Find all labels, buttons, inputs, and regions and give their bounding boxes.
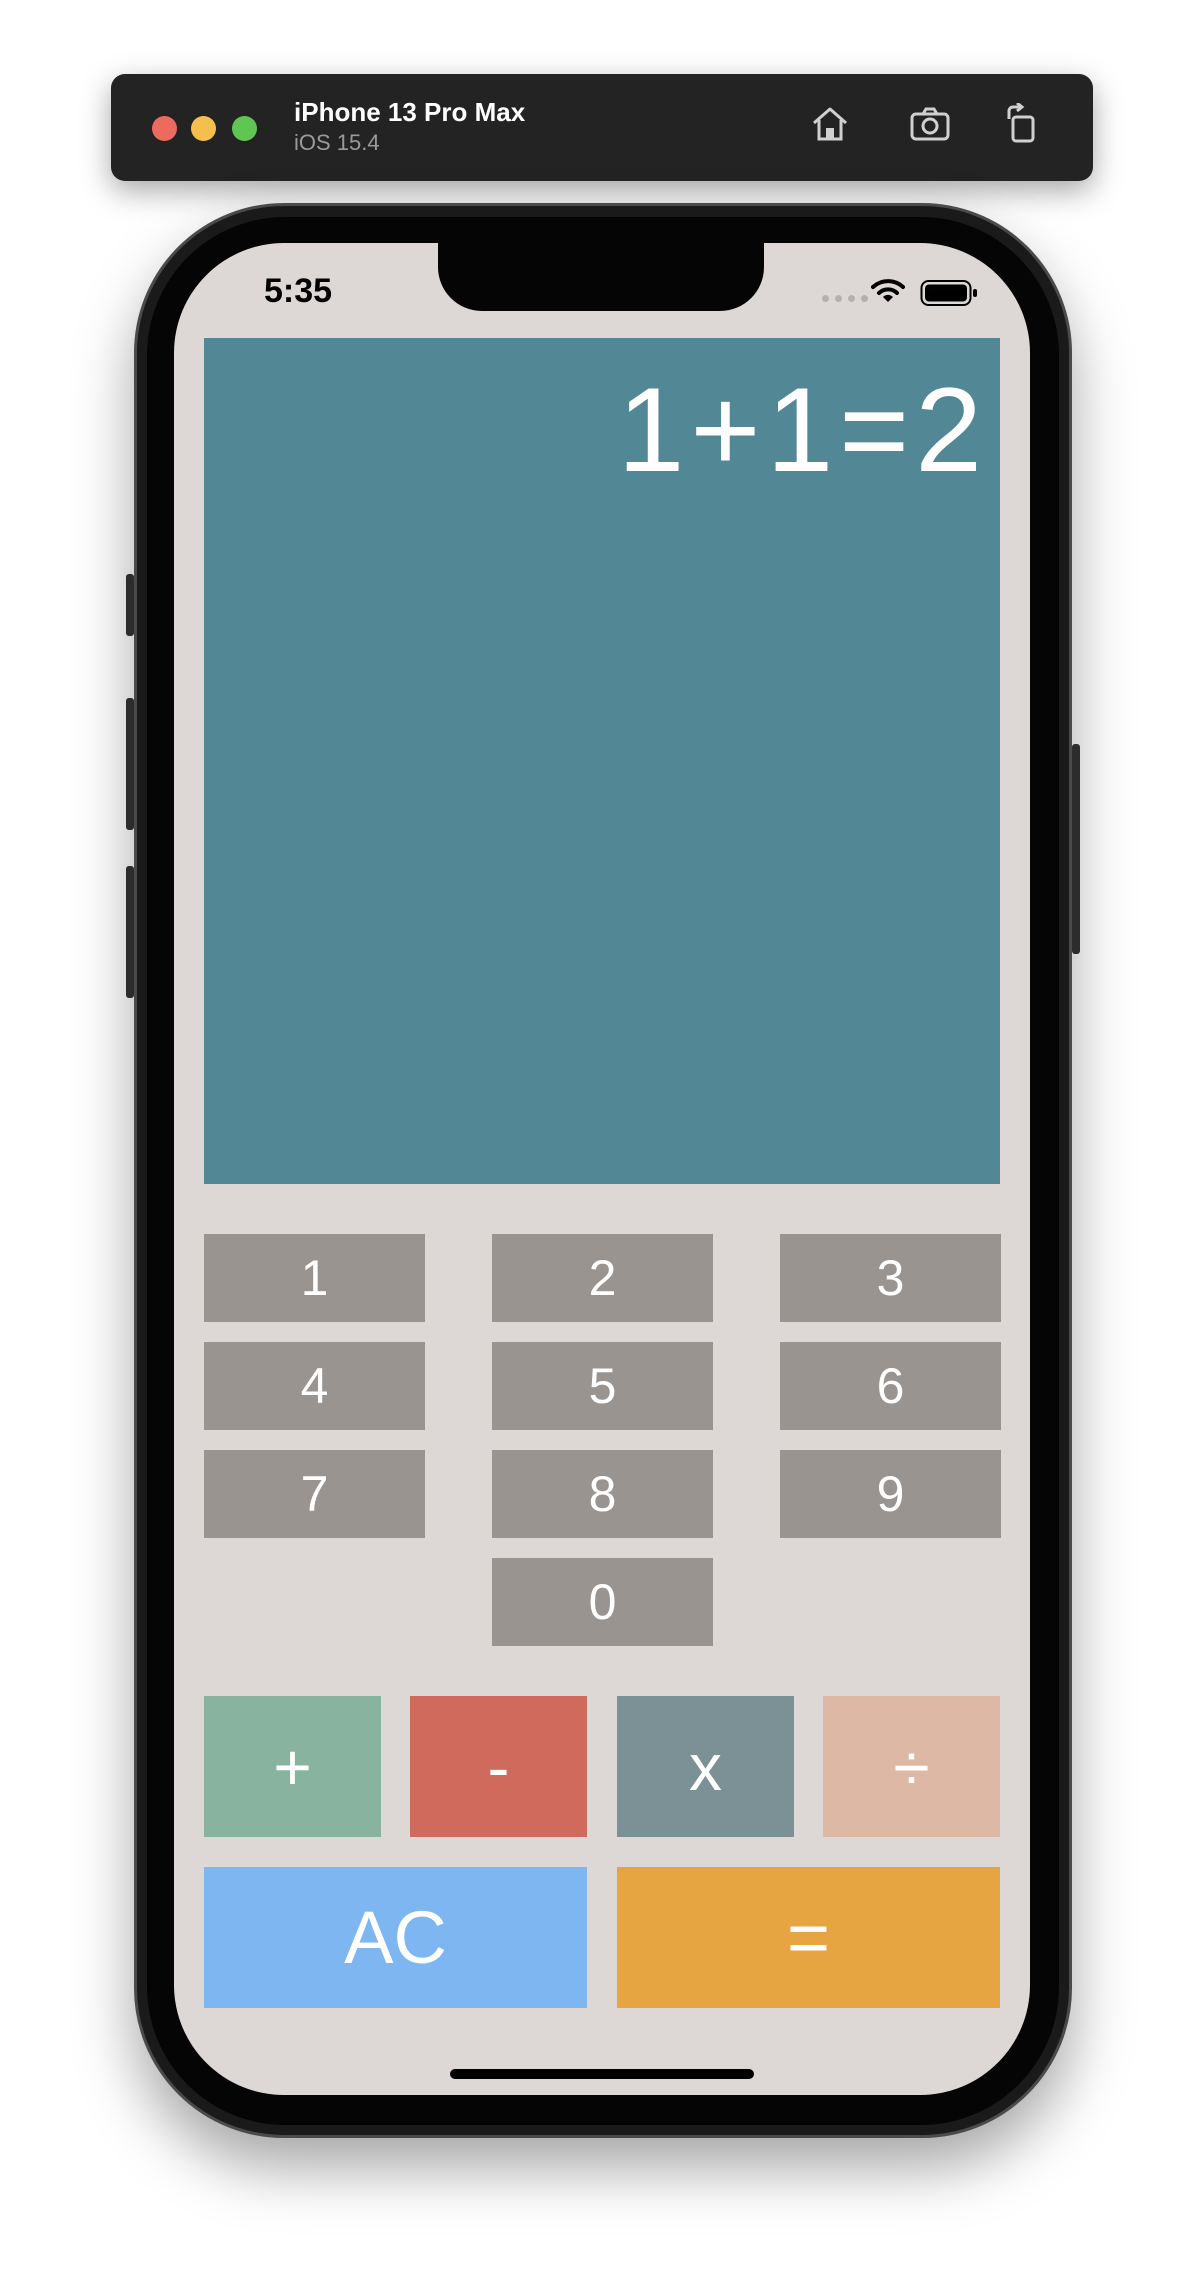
equals-button[interactable]: = <box>617 1867 1000 2008</box>
subtract-button[interactable]: - <box>410 1696 587 1837</box>
wifi-icon <box>871 279 905 302</box>
device-name: iPhone 13 Pro Max <box>294 97 526 127</box>
digit-1-button[interactable]: 1 <box>204 1234 425 1322</box>
digit-0-button[interactable]: 0 <box>492 1558 713 1646</box>
close-window-button[interactable] <box>152 116 177 141</box>
minimize-window-button[interactable] <box>191 116 216 141</box>
digit-2-button[interactable]: 2 <box>492 1234 713 1322</box>
divide-button[interactable]: ÷ <box>823 1696 1000 1837</box>
add-button[interactable]: + <box>204 1696 381 1837</box>
os-version: iOS 15.4 <box>294 130 380 155</box>
cellular-signal-icon <box>822 295 868 302</box>
notch <box>438 237 764 311</box>
home-indicator[interactable] <box>450 2069 754 2079</box>
multiply-button[interactable]: x <box>617 1696 794 1837</box>
volume-down-button <box>126 866 134 998</box>
digit-6-button[interactable]: 6 <box>780 1342 1001 1430</box>
rotate-button[interactable] <box>998 100 1046 148</box>
zoom-window-button[interactable] <box>232 116 257 141</box>
screenshot-button[interactable] <box>906 100 954 148</box>
digit-3-button[interactable]: 3 <box>780 1234 1001 1322</box>
calculator-display: 1+1=2 <box>204 338 1000 1184</box>
volume-up-button <box>126 698 134 830</box>
display-expression: 1+1=2 <box>617 363 988 497</box>
home-icon <box>813 107 847 141</box>
status-time: 5:35 <box>264 272 333 310</box>
rotate-icon <box>1007 103 1035 143</box>
mute-switch <box>126 574 134 636</box>
digit-7-button[interactable]: 7 <box>204 1450 425 1538</box>
digit-9-button[interactable]: 9 <box>780 1450 1001 1538</box>
home-button[interactable] <box>806 100 854 148</box>
battery-icon <box>920 280 977 306</box>
digit-4-button[interactable]: 4 <box>204 1342 425 1430</box>
clear-button[interactable]: AC <box>204 1867 587 2008</box>
digit-8-button[interactable]: 8 <box>492 1450 713 1538</box>
digit-5-button[interactable]: 5 <box>492 1342 713 1430</box>
camera-icon <box>910 107 950 141</box>
power-button <box>1072 744 1080 954</box>
